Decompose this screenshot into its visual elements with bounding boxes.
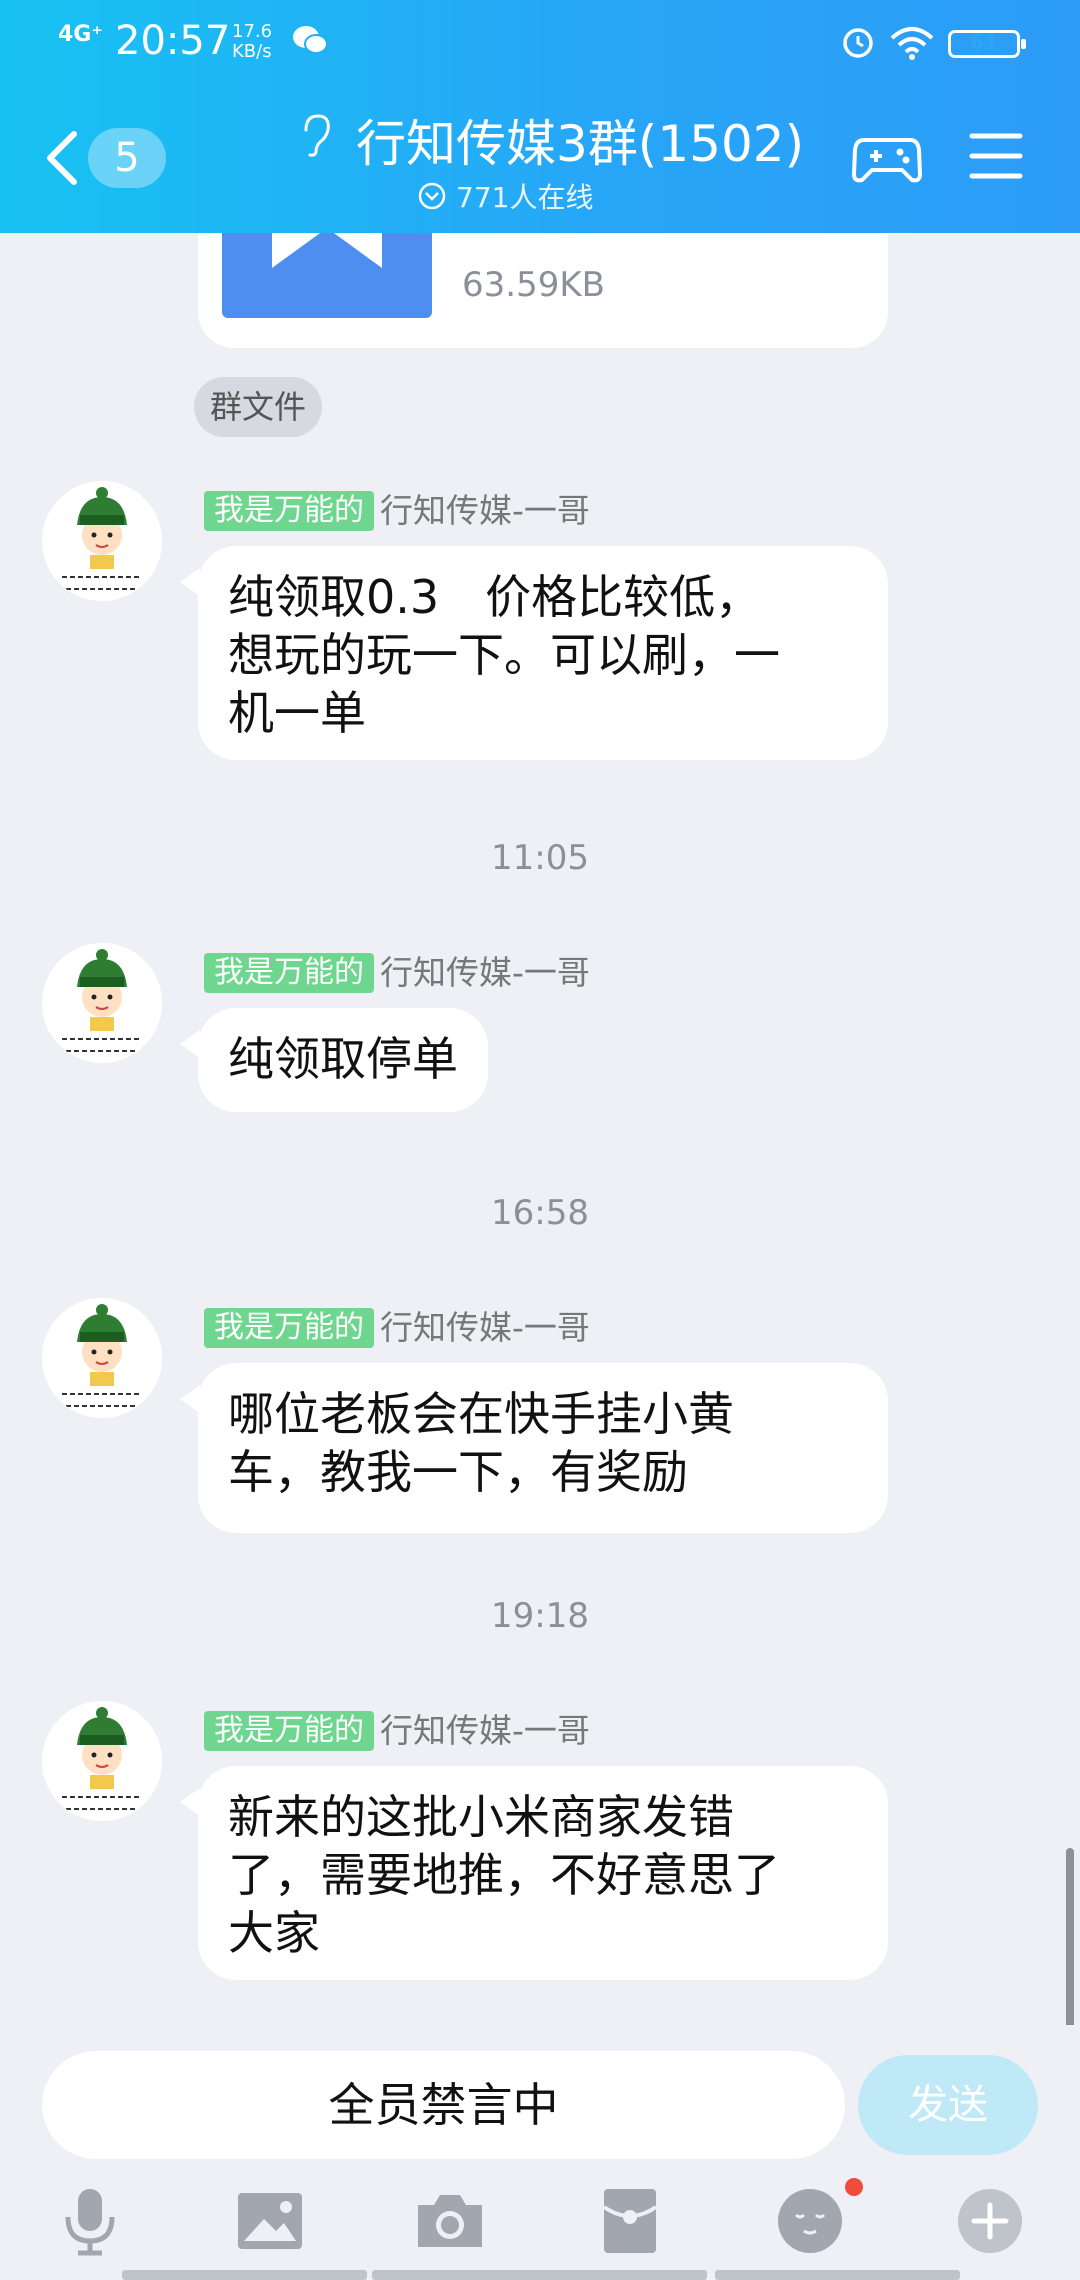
avatar[interactable] (42, 1701, 162, 1821)
nav-gesture-bar (122, 2270, 367, 2280)
sender-name[interactable]: 行知传媒-一哥 (380, 491, 590, 531)
nav-gesture-bar (715, 2270, 960, 2280)
status-time: 20:57 (115, 18, 231, 64)
input-bar: 全员禁言中 发送 (0, 2025, 1080, 2280)
timestamp: 19:18 (491, 1596, 589, 1636)
avatar-image (42, 943, 162, 1063)
speed-unit: KB/s (232, 41, 272, 62)
sender-name[interactable]: 行知传媒-一哥 (380, 1308, 590, 1348)
send-button[interactable]: 发送 (858, 2055, 1038, 2155)
message-bubble[interactable]: 纯领取0.3 价格比较低， 想玩的玩一下。可以刷，一 机一单 (180, 546, 888, 760)
notification-dot (845, 2178, 863, 2196)
avatar-image (42, 481, 162, 601)
battery-level: 61 (970, 30, 998, 54)
microphone-icon[interactable] (54, 2185, 126, 2257)
emoji-icon[interactable] (774, 2185, 846, 2257)
muted-input-field: 全员禁言中 (42, 2051, 845, 2159)
red-packet-icon[interactable] (594, 2185, 666, 2257)
message-text-line: 车，教我一下，有奖励 (228, 1445, 688, 1499)
avatar[interactable] (42, 481, 162, 601)
wifi-icon (890, 27, 934, 60)
online-count: 771人在线 (456, 181, 594, 214)
group-title: 行知传媒3群(1502) (356, 115, 805, 173)
message-text-line: 想玩的玩一下。可以刷，一 (228, 628, 780, 682)
alarm-icon (843, 28, 873, 58)
message-bubble[interactable]: 哪位老板会在快手挂小黄 车，教我一下，有奖励 (180, 1363, 888, 1533)
sender-line: 我是万能的 行知传媒-一哥 (204, 1711, 590, 1751)
plus-icon[interactable] (954, 2185, 1026, 2257)
sender-line: 我是万能的 行知传媒-一哥 (204, 1308, 590, 1348)
signal-indicator: 4G⁺ (58, 22, 103, 47)
unread-count-badge[interactable]: 5 (88, 128, 166, 188)
group-files-chip[interactable]: 群文件 (194, 377, 323, 437)
avatar[interactable] (42, 1298, 162, 1418)
message-text-line: 新来的这批小米商家发错 (228, 1790, 734, 1844)
menu-icon[interactable] (968, 130, 1024, 182)
member-title-tag: 我是万能的 (204, 1711, 374, 1751)
sender-line: 我是万能的 行知传媒-一哥 (204, 953, 590, 993)
scrollbar[interactable] (1066, 1848, 1074, 2045)
avatar[interactable] (42, 943, 162, 1063)
wechat-notification-icon (293, 26, 328, 54)
online-chevron-icon (418, 182, 446, 210)
network-speed: 17.6 KB/s (232, 22, 272, 62)
message-bubble[interactable]: 纯领取停单 (180, 1008, 488, 1112)
message-list[interactable]: 63.59KB 群文件 我是万能的 行知传媒-一哥 纯领取0.3 价格比较低， 想… (0, 233, 1080, 2045)
message-text-line: 纯领取停单 (228, 1032, 458, 1086)
timestamp: 16:58 (491, 1193, 589, 1233)
member-title-tag: 我是万能的 (204, 953, 374, 993)
chat-header: 4G⁺ 20:57 17.6 KB/s 61 5 行知传媒3群(1502) 77… (0, 0, 1080, 233)
speed-value: 17.6 (232, 21, 273, 42)
file-thumbnail (222, 233, 432, 318)
timestamp: 11:05 (491, 838, 589, 878)
message-text-line: 纯领取0.3 价格比较低， (228, 570, 762, 624)
message-text-line: 大家 (228, 1906, 320, 1960)
camera-icon[interactable] (414, 2185, 486, 2257)
game-controller-icon[interactable] (852, 130, 922, 186)
message-bubble[interactable]: 新来的这批小米商家发错 了，需要地推，不好意思了 大家 (180, 1766, 888, 1980)
message-text-line: 哪位老板会在快手挂小黄 (228, 1387, 734, 1441)
member-title-tag: 我是万能的 (204, 1308, 374, 1348)
nav-gesture-bar (372, 2270, 707, 2280)
file-size: 63.59KB (462, 265, 605, 305)
battery-icon: 61 (948, 30, 1026, 58)
file-image-icon (272, 233, 382, 268)
file-message-bubble[interactable]: 63.59KB (198, 233, 888, 348)
ear-mode-icon (304, 114, 330, 157)
sender-name[interactable]: 行知传媒-一哥 (380, 953, 590, 993)
member-title-tag: 我是万能的 (204, 491, 374, 531)
message-text-line: 机一单 (228, 686, 366, 740)
back-arrow-icon[interactable] (42, 128, 82, 188)
avatar-image (42, 1298, 162, 1418)
message-text-line: 了，需要地推，不好意思了 (228, 1848, 780, 1902)
sender-line: 我是万能的 行知传媒-一哥 (204, 491, 590, 531)
sender-name[interactable]: 行知传媒-一哥 (380, 1711, 590, 1751)
image-icon[interactable] (234, 2185, 306, 2257)
status-bar: 4G⁺ 20:57 17.6 KB/s 61 (0, 18, 1080, 68)
avatar-image (42, 1701, 162, 1821)
